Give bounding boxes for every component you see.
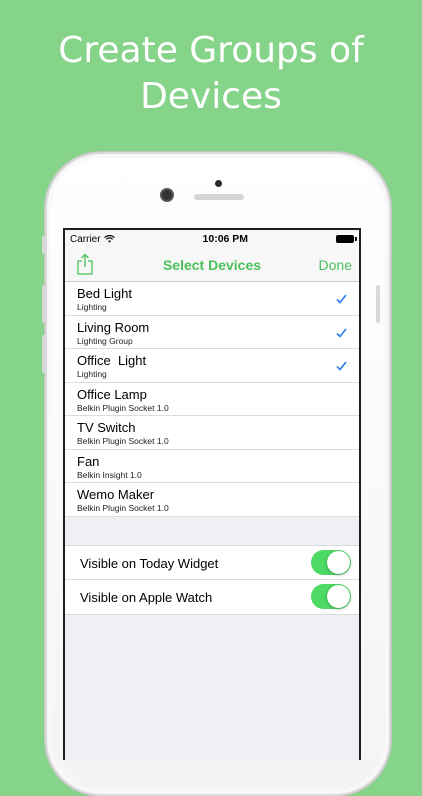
carrier-label: Carrier <box>70 233 101 245</box>
device-type: Belkin Plugin Socket 1.0 <box>77 436 169 446</box>
device-type: Belkin Plugin Socket 1.0 <box>77 503 169 513</box>
device-type: Lighting <box>77 302 107 312</box>
device-type: Lighting <box>77 369 107 379</box>
navigation-bar: Select Devices Done <box>65 248 359 282</box>
device-row-wemo-maker[interactable]: Wemo Maker Belkin Plugin Socket 1.0 <box>65 483 359 517</box>
volume-down-button <box>42 335 46 373</box>
device-row-office-lamp[interactable]: Office Lamp Belkin Plugin Socket 1.0 <box>65 383 359 416</box>
share-icon[interactable] <box>75 253 95 275</box>
done-button[interactable]: Done <box>319 257 352 273</box>
device-row-tv-switch[interactable]: TV Switch Belkin Plugin Socket 1.0 <box>65 416 359 450</box>
volume-up-button <box>42 285 46 323</box>
speaker-grille <box>194 180 244 200</box>
power-button <box>376 285 380 323</box>
checkmark-icon <box>336 328 347 338</box>
screen: Carrier 10:06 PM Select Devices Done Bed… <box>63 228 361 760</box>
headline-line-2: Devices <box>140 76 282 117</box>
setting-label: Visible on Today Widget <box>80 555 219 571</box>
device-row-office-light[interactable]: Office Light Lighting <box>65 349 359 383</box>
apple-watch-toggle[interactable] <box>311 583 351 609</box>
device-name: Office Light <box>77 353 147 368</box>
device-name: Living Room <box>77 319 150 335</box>
device-row-bed-light[interactable]: Bed Light Lighting <box>65 282 359 316</box>
setting-row-today-widget: Visible on Today Widget <box>65 546 359 580</box>
device-name: TV Switch <box>77 420 136 435</box>
device-row-fan[interactable]: Fan Belkin Insight 1.0 <box>65 450 359 483</box>
setting-label: Visible on Apple Watch <box>80 589 213 605</box>
wifi-icon <box>103 235 115 243</box>
status-time: 10:06 PM <box>202 233 249 245</box>
headline: Create Groups of Devices <box>0 28 422 120</box>
headline-line-1: Create Groups of <box>58 30 364 71</box>
camera-icon <box>160 188 174 202</box>
checkmark-icon <box>336 361 347 371</box>
device-name: Fan <box>77 453 100 469</box>
device-type: Belkin Plugin Socket 1.0 <box>77 402 169 413</box>
device-type: Belkin Insight 1.0 <box>77 469 142 480</box>
device-list: Bed Light Lighting Living Room Lighting … <box>65 282 359 517</box>
status-bar: Carrier 10:06 PM <box>65 230 359 248</box>
device-name: Wemo Maker <box>77 487 155 502</box>
nav-title: Select Devices <box>162 256 262 273</box>
device-row-living-room[interactable]: Living Room Lighting Group <box>65 316 359 349</box>
device-type: Lighting Group <box>77 335 133 346</box>
setting-row-apple-watch: Visible on Apple Watch <box>65 580 359 614</box>
device-name: Office Lamp <box>77 386 147 402</box>
battery-icon <box>336 235 357 243</box>
visibility-settings: Visible on Today Widget Visible on Apple… <box>65 544 359 615</box>
checkmark-icon <box>336 294 347 304</box>
today-widget-toggle[interactable] <box>311 549 351 575</box>
mute-switch <box>42 236 46 254</box>
device-name: Bed Light <box>77 286 132 301</box>
